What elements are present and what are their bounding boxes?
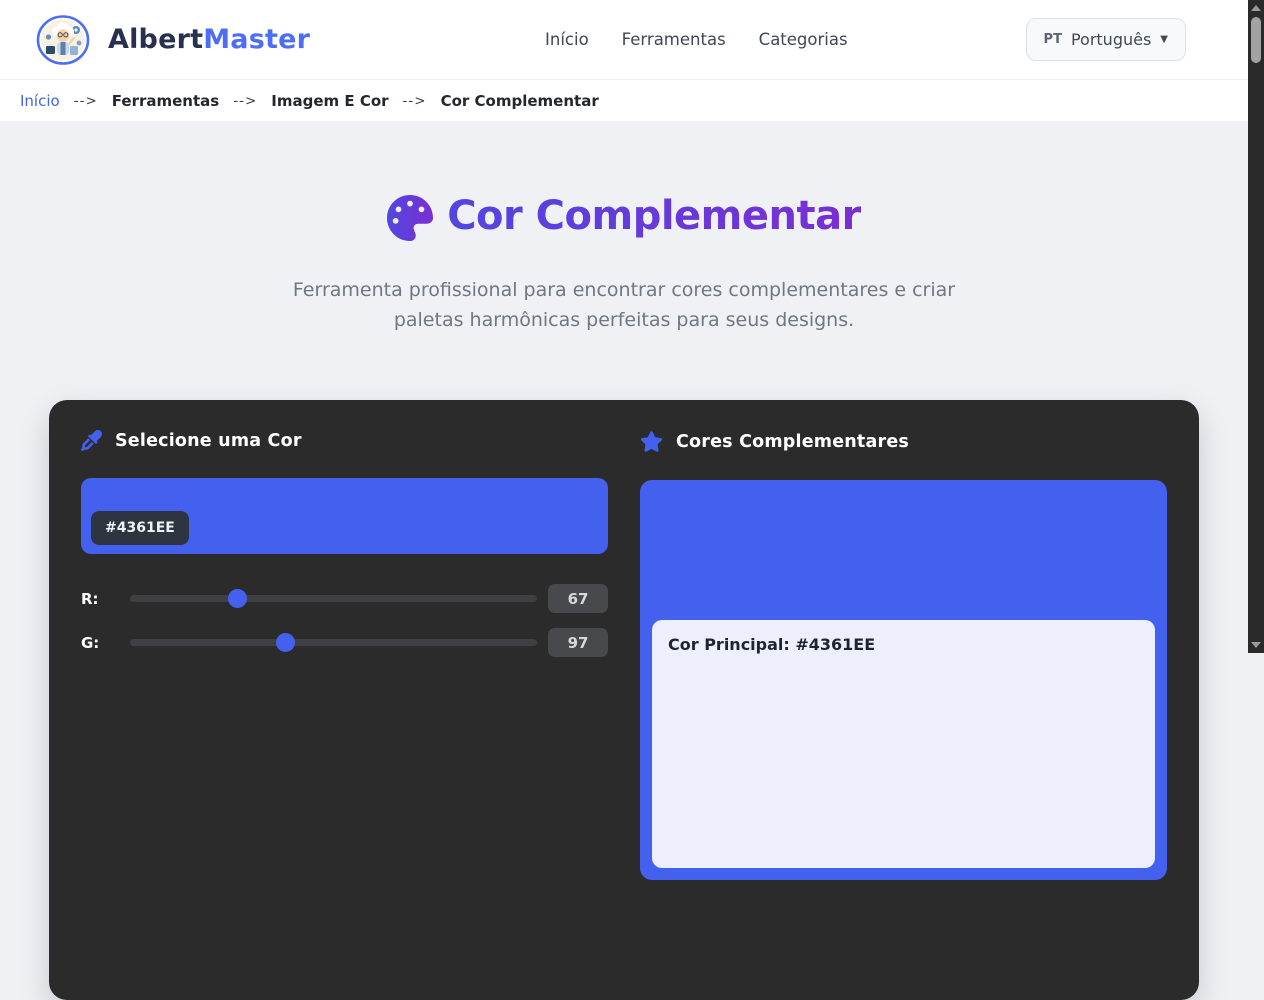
language-selector[interactable]: PT Português ▼ — [1026, 18, 1186, 61]
header: AlbertMaster Início Ferramentas Categori… — [0, 0, 1248, 80]
slider-red-label: R: — [81, 590, 119, 608]
slider-row-red: R: 67 — [81, 584, 608, 613]
selected-color-swatch[interactable]: #4361EE — [81, 478, 608, 554]
results-heading: Cores Complementares — [640, 430, 1167, 453]
picker-heading: Selecione uma Cor — [81, 430, 608, 451]
breadcrumb-imagem-e-cor[interactable]: Imagem E Cor — [271, 92, 388, 110]
slider-red-track[interactable] — [130, 595, 537, 602]
slider-green-label: G: — [81, 634, 119, 652]
main-color-info-panel: Cor Principal: #4361EE — [652, 620, 1155, 868]
brand-name-secondary: Master — [203, 24, 310, 55]
page-title: Cor Complementar — [447, 193, 861, 239]
brand-logo[interactable]: AlbertMaster — [36, 13, 310, 67]
breadcrumb-separator: --> — [403, 93, 427, 109]
breadcrumb-separator: --> — [74, 93, 98, 109]
complementary-colors-panel: Cores Complementares Cor Principal: #436… — [640, 430, 1167, 960]
eyedropper-icon — [81, 430, 102, 451]
slider-red-value: 67 — [548, 584, 608, 613]
hero-section: Cor Complementar Ferramenta profissional… — [0, 121, 1248, 335]
language-code: PT — [1044, 32, 1062, 47]
scroll-up-icon[interactable] — [1248, 0, 1264, 16]
brand-avatar-icon — [36, 13, 90, 67]
page: AlbertMaster Início Ferramentas Categori… — [0, 0, 1248, 1000]
slider-red-thumb[interactable] — [228, 589, 247, 608]
nav-link-inicio[interactable]: Início — [545, 30, 589, 49]
picker-heading-label: Selecione uma Cor — [115, 431, 302, 451]
tool-card: Selecione uma Cor #4361EE R: 67 G: — [49, 400, 1199, 1000]
brand-name-primary: Albert — [108, 24, 203, 55]
language-label: Português — [1071, 30, 1151, 49]
breadcrumb-inicio[interactable]: Início — [20, 92, 60, 110]
breadcrumb: Início --> Ferramentas --> Imagem E Cor … — [0, 80, 1248, 121]
breadcrumb-cor-complementar: Cor Complementar — [441, 92, 599, 110]
main-color-swatch: Cor Principal: #4361EE — [640, 480, 1167, 880]
brand-name: AlbertMaster — [108, 24, 310, 55]
page-subtitle: Ferramenta profissional para encontrar c… — [284, 275, 964, 335]
breadcrumb-ferramentas[interactable]: Ferramentas — [112, 92, 219, 110]
palette-icon — [387, 195, 433, 241]
slider-green-thumb[interactable] — [276, 633, 295, 652]
color-picker-panel: Selecione uma Cor #4361EE R: 67 G: — [81, 430, 608, 960]
nav-link-categorias[interactable]: Categorias — [759, 30, 848, 49]
results-heading-label: Cores Complementares — [676, 432, 909, 452]
breadcrumb-separator: --> — [233, 93, 257, 109]
main-color-label: Cor Principal: #4361EE — [668, 635, 1139, 654]
chevron-down-icon: ▼ — [1160, 34, 1168, 45]
main-nav: Início Ferramentas Categorias — [545, 30, 848, 49]
slider-green-track[interactable] — [130, 639, 537, 646]
scrollbar-thumb[interactable] — [1251, 17, 1261, 63]
rgb-sliders: R: 67 G: 97 — [81, 584, 608, 657]
nav-link-ferramentas[interactable]: Ferramentas — [622, 30, 726, 49]
scroll-down-icon[interactable] — [1248, 637, 1264, 653]
page-scrollbar[interactable] — [1248, 0, 1264, 653]
star-icon — [640, 430, 663, 453]
selected-color-hex-badge: #4361EE — [91, 511, 189, 545]
